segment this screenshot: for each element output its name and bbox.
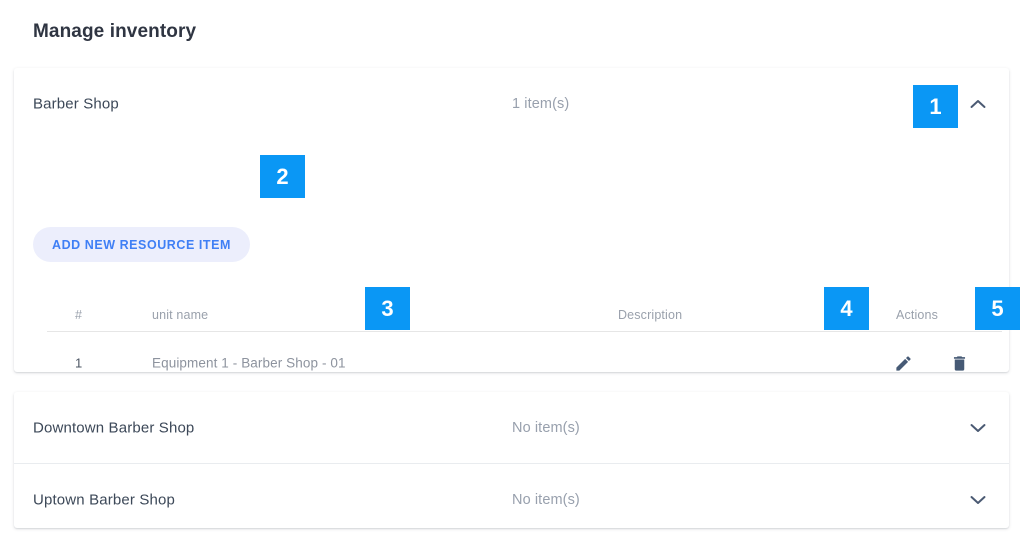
add-new-resource-item-button[interactable]: ADD NEW RESOURCE ITEM xyxy=(33,227,250,262)
column-header-description: Description xyxy=(618,308,683,322)
row-action-buttons xyxy=(892,352,970,374)
group-header-row[interactable]: Barber Shop 1 item(s) xyxy=(14,68,1009,139)
table-row: 1 Equipment 1 - Barber Shop - 01 xyxy=(47,332,1002,394)
pencil-icon xyxy=(894,354,913,373)
group-item-count: No item(s) xyxy=(512,419,580,436)
group-name: Uptown Barber Shop xyxy=(33,491,175,508)
column-header-actions: Actions xyxy=(896,308,939,322)
annotation-badge-4: 4 xyxy=(824,287,869,330)
annotation-badge-1: 1 xyxy=(913,85,958,128)
annotation-badge-5: 5 xyxy=(975,287,1020,330)
group-item-count: No item(s) xyxy=(512,491,580,508)
group-name: Downtown Barber Shop xyxy=(33,419,195,436)
annotation-badge-3: 3 xyxy=(365,287,410,330)
group-name: Barber Shop xyxy=(33,95,119,112)
cell-row-number: 1 xyxy=(75,355,83,371)
chevron-down-icon[interactable] xyxy=(965,415,991,441)
annotation-badge-2: 2 xyxy=(260,155,305,198)
chevron-down-icon[interactable] xyxy=(965,487,991,513)
cell-unit-name: Equipment 1 - Barber Shop - 01 xyxy=(152,355,346,371)
edit-row-button[interactable] xyxy=(892,352,914,374)
column-header-number: # xyxy=(75,308,83,322)
inventory-collapsed-groups-card: Downtown Barber Shop No item(s) Uptown B… xyxy=(14,392,1009,528)
group-header-row-uptown[interactable]: Uptown Barber Shop No item(s) xyxy=(14,463,1009,535)
trash-icon xyxy=(950,354,969,373)
chevron-up-icon[interactable] xyxy=(965,91,991,117)
group-item-count: 1 item(s) xyxy=(512,95,570,112)
column-header-unit-name: unit name xyxy=(152,308,209,322)
page-title: Manage inventory xyxy=(33,21,197,42)
group-header-row-downtown[interactable]: Downtown Barber Shop No item(s) xyxy=(14,392,1009,463)
delete-row-button[interactable] xyxy=(948,352,970,374)
